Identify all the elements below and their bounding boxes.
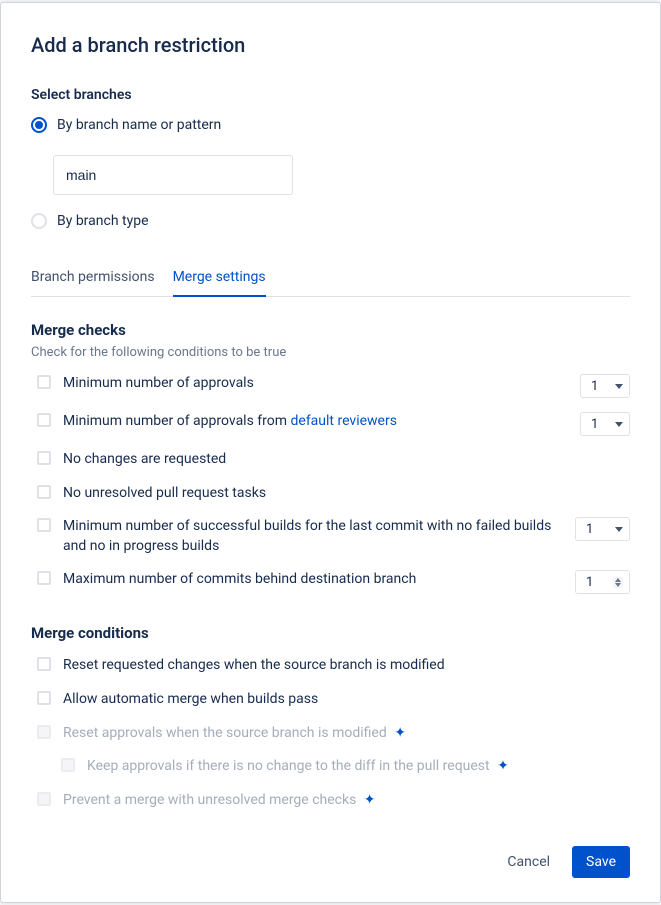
check-label: Minimum number of approvals from default… bbox=[63, 412, 568, 432]
checkbox-icon bbox=[37, 792, 51, 806]
radio-by-name-pattern[interactable]: By branch name or pattern bbox=[31, 117, 630, 133]
checkbox-icon bbox=[37, 725, 51, 739]
check-label: Reset requested changes when the source … bbox=[63, 656, 630, 676]
check-label: Reset approvals when the source branch i… bbox=[63, 724, 630, 744]
sparkle-icon: ✦ bbox=[497, 759, 509, 773]
save-button[interactable]: Save bbox=[572, 846, 630, 878]
check-label: Minimum number of successful builds for … bbox=[63, 517, 563, 556]
check-allow-auto-merge: Allow automatic merge when builds pass bbox=[37, 690, 630, 710]
select-branches-label: Select branches bbox=[31, 87, 630, 103]
radio-by-type[interactable]: By branch type bbox=[31, 213, 630, 229]
min-approvals-select[interactable]: 1 bbox=[580, 374, 630, 398]
check-min-approvals: Minimum number of approvals 1 bbox=[37, 374, 630, 398]
min-default-reviewers-select[interactable]: 1 bbox=[580, 412, 630, 436]
tab-branch-permissions[interactable]: Branch permissions bbox=[31, 269, 155, 296]
tabs: Branch permissions Merge settings bbox=[31, 269, 630, 297]
chevron-down-icon bbox=[615, 422, 623, 427]
checkbox-icon[interactable] bbox=[37, 571, 51, 585]
check-label: No changes are requested bbox=[63, 450, 630, 470]
checkbox-icon[interactable] bbox=[37, 691, 51, 705]
radio-icon bbox=[31, 213, 47, 229]
checkbox-icon[interactable] bbox=[37, 413, 51, 427]
checkbox-icon[interactable] bbox=[37, 518, 51, 532]
checkbox-icon[interactable] bbox=[37, 485, 51, 499]
check-max-commits-behind: Maximum number of commits behind destina… bbox=[37, 570, 630, 594]
checkbox-icon[interactable] bbox=[37, 451, 51, 465]
check-label: Keep approvals if there is no change to … bbox=[87, 757, 630, 777]
check-reset-requested-changes: Reset requested changes when the source … bbox=[37, 656, 630, 676]
radio-icon bbox=[31, 117, 47, 133]
check-min-default-reviewers: Minimum number of approvals from default… bbox=[37, 412, 630, 436]
check-label: No unresolved pull request tasks bbox=[63, 484, 630, 504]
check-keep-approvals: Keep approvals if there is no change to … bbox=[61, 757, 630, 777]
check-label: Minimum number of approvals bbox=[63, 374, 568, 394]
cancel-button[interactable]: Cancel bbox=[493, 846, 564, 878]
min-builds-select[interactable]: 1 bbox=[575, 517, 630, 541]
radio-label: By branch type bbox=[57, 213, 149, 229]
select-value: 1 bbox=[586, 522, 593, 537]
check-reset-approvals: Reset approvals when the source branch i… bbox=[37, 724, 630, 744]
checkbox-icon[interactable] bbox=[37, 657, 51, 671]
radio-label: By branch name or pattern bbox=[57, 117, 221, 133]
default-reviewers-link[interactable]: default reviewers bbox=[291, 413, 397, 429]
modal-title: Add a branch restriction bbox=[31, 33, 630, 57]
sparkle-icon: ✦ bbox=[394, 726, 406, 740]
check-label: Prevent a merge with unresolved merge ch… bbox=[63, 791, 630, 811]
sparkle-icon: ✦ bbox=[364, 793, 376, 807]
max-commits-spinner[interactable]: 1 bbox=[575, 570, 630, 594]
branch-name-input[interactable] bbox=[53, 155, 293, 195]
check-label: Allow automatic merge when builds pass bbox=[63, 690, 630, 710]
spinner-stepper-icon bbox=[613, 577, 623, 588]
spinner-value: 1 bbox=[586, 575, 593, 590]
checkbox-icon[interactable] bbox=[37, 375, 51, 389]
tab-merge-settings[interactable]: Merge settings bbox=[173, 269, 266, 297]
select-value: 1 bbox=[591, 379, 598, 394]
chevron-down-icon bbox=[615, 527, 623, 532]
chevron-down-icon bbox=[615, 384, 623, 389]
modal-footer: Cancel Save bbox=[31, 846, 630, 878]
checkbox-icon bbox=[61, 758, 75, 772]
check-no-changes-requested: No changes are requested bbox=[37, 450, 630, 470]
merge-checks-hint: Check for the following conditions to be… bbox=[31, 345, 630, 360]
check-prevent-merge-unresolved: Prevent a merge with unresolved merge ch… bbox=[37, 791, 630, 811]
merge-checks-heading: Merge checks bbox=[31, 321, 630, 339]
merge-conditions-heading: Merge conditions bbox=[31, 624, 630, 642]
check-min-successful-builds: Minimum number of successful builds for … bbox=[37, 517, 630, 556]
select-value: 1 bbox=[591, 417, 598, 432]
check-label: Maximum number of commits behind destina… bbox=[63, 570, 563, 590]
add-branch-restriction-modal: Add a branch restriction Select branches… bbox=[0, 2, 661, 903]
check-no-unresolved-tasks: No unresolved pull request tasks bbox=[37, 484, 630, 504]
